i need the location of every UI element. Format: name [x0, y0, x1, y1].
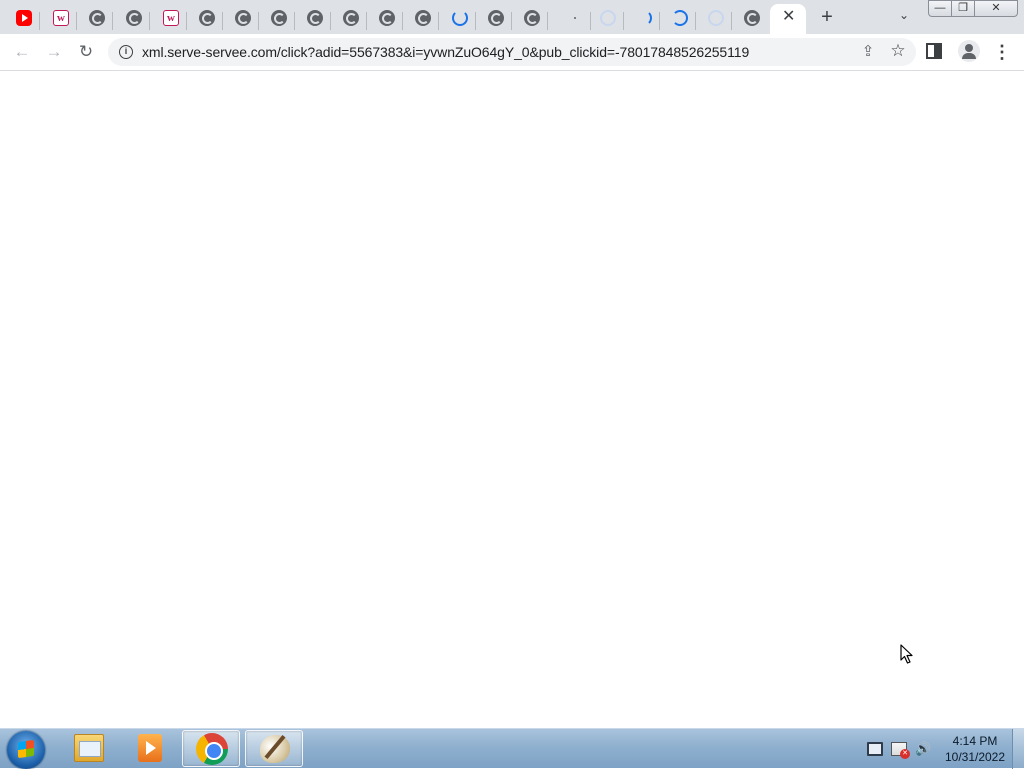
w-logo-icon: w [53, 10, 69, 26]
globe-icon [744, 10, 760, 26]
tab-globe[interactable] [367, 4, 403, 34]
tab-globe[interactable] [403, 4, 439, 34]
tab-loading[interactable] [440, 4, 476, 34]
globe-icon [379, 10, 395, 26]
youtube-icon [16, 10, 32, 26]
w-logo-icon: w [163, 10, 179, 26]
tab-globe[interactable] [512, 4, 548, 34]
network-icon[interactable] [867, 742, 883, 756]
tab-globe[interactable] [114, 4, 150, 34]
loading-spinner-icon [636, 10, 652, 26]
taskbar-media-player-button[interactable] [120, 730, 178, 767]
loading-spinner-icon [452, 10, 468, 26]
tab-globe[interactable] [223, 4, 259, 34]
tab-loading[interactable] [660, 4, 696, 34]
globe-icon [488, 10, 504, 26]
media-player-icon [138, 734, 162, 762]
clock-time: 4:14 PM [952, 734, 998, 748]
loading-spinner-icon [708, 10, 724, 26]
tab-active[interactable]: ✕ [770, 4, 806, 34]
tab-w-site[interactable]: w [41, 4, 77, 34]
tab-globe[interactable] [732, 4, 768, 34]
tab-separator [438, 12, 439, 30]
globe-icon [235, 10, 251, 26]
tab-separator [149, 12, 150, 30]
tab-globe[interactable] [331, 4, 367, 34]
globe-icon [271, 10, 287, 26]
taskbar-explorer-button[interactable] [60, 730, 118, 767]
globe-icon [307, 10, 323, 26]
globe-icon [199, 10, 215, 26]
tab-globe[interactable] [77, 4, 113, 34]
tab-search-chevron-down-icon[interactable]: ⌄ [894, 8, 914, 28]
tab-youtube[interactable] [4, 4, 40, 34]
bookmark-star-icon[interactable]: ☆ [888, 41, 908, 61]
new-tab-button[interactable]: + [816, 6, 838, 28]
mouse-cursor-icon [900, 644, 913, 664]
loading-spinner-icon [672, 10, 688, 26]
globe-icon [89, 10, 105, 26]
tab-loading[interactable] [588, 4, 624, 34]
paint-palette-icon [260, 735, 290, 763]
tab-globe[interactable] [259, 4, 295, 34]
side-panel-icon[interactable] [926, 43, 942, 59]
tab-separator [112, 12, 113, 30]
window-maximize-button[interactable]: ❐ [951, 0, 975, 17]
chrome-icon [196, 733, 228, 765]
reload-button[interactable]: ↻ [74, 40, 98, 64]
url-text[interactable]: xml.serve-servee.com/click?adid=5567383&… [142, 44, 749, 60]
system-clock[interactable]: 4:14 PM 10/31/2022 [940, 733, 1010, 765]
system-tray: 🔊 4:14 PM 10/31/2022 [862, 729, 1024, 769]
tab-globe[interactable] [476, 4, 512, 34]
folder-icon [74, 734, 104, 762]
volume-icon[interactable]: 🔊 [915, 742, 931, 756]
browser-menu-icon[interactable]: ⋮ [992, 40, 1012, 64]
clock-date: 10/31/2022 [944, 750, 1006, 764]
page-content[interactable] [0, 71, 1024, 728]
address-bar[interactable]: i xml.serve-servee.com/click?adid=556738… [108, 38, 916, 66]
globe-icon [415, 10, 431, 26]
tab-globe[interactable] [295, 4, 331, 34]
back-button[interactable]: ← [10, 40, 34, 64]
start-button[interactable] [7, 731, 45, 769]
tab-separator [39, 12, 40, 30]
taskbar: 🔊 4:14 PM 10/31/2022 [0, 728, 1024, 769]
loading-dot-icon [567, 10, 583, 26]
tab-globe[interactable] [187, 4, 223, 34]
forward-button[interactable]: → [42, 40, 66, 64]
profile-avatar-icon[interactable] [958, 40, 980, 62]
site-info-icon[interactable]: i [119, 45, 133, 59]
tab-w-site[interactable]: w [151, 4, 187, 34]
window-minimize-button[interactable]: — [928, 0, 952, 17]
tab-separator [547, 12, 548, 30]
globe-icon [343, 10, 359, 26]
taskbar-paint-button[interactable] [245, 730, 303, 767]
show-desktop-button[interactable] [1012, 729, 1024, 769]
window-close-button[interactable]: ✕ [974, 0, 1018, 17]
globe-icon [126, 10, 142, 26]
tab-loading[interactable] [624, 4, 660, 34]
globe-icon [524, 10, 540, 26]
close-icon[interactable]: ✕ [782, 7, 795, 27]
loading-spinner-icon [600, 10, 616, 26]
taskbar-chrome-button[interactable] [182, 730, 240, 767]
action-center-flag-icon[interactable] [891, 742, 910, 759]
tab-strip: w w ✕ + ⌄ — ❐ ✕ [0, 0, 1024, 34]
browser-toolbar: ← → ↻ i xml.serve-servee.com/click?adid=… [0, 34, 1024, 71]
tab-loading[interactable] [696, 4, 732, 34]
tab-loading[interactable] [555, 4, 591, 34]
share-icon[interactable]: ⇪ [858, 42, 878, 62]
